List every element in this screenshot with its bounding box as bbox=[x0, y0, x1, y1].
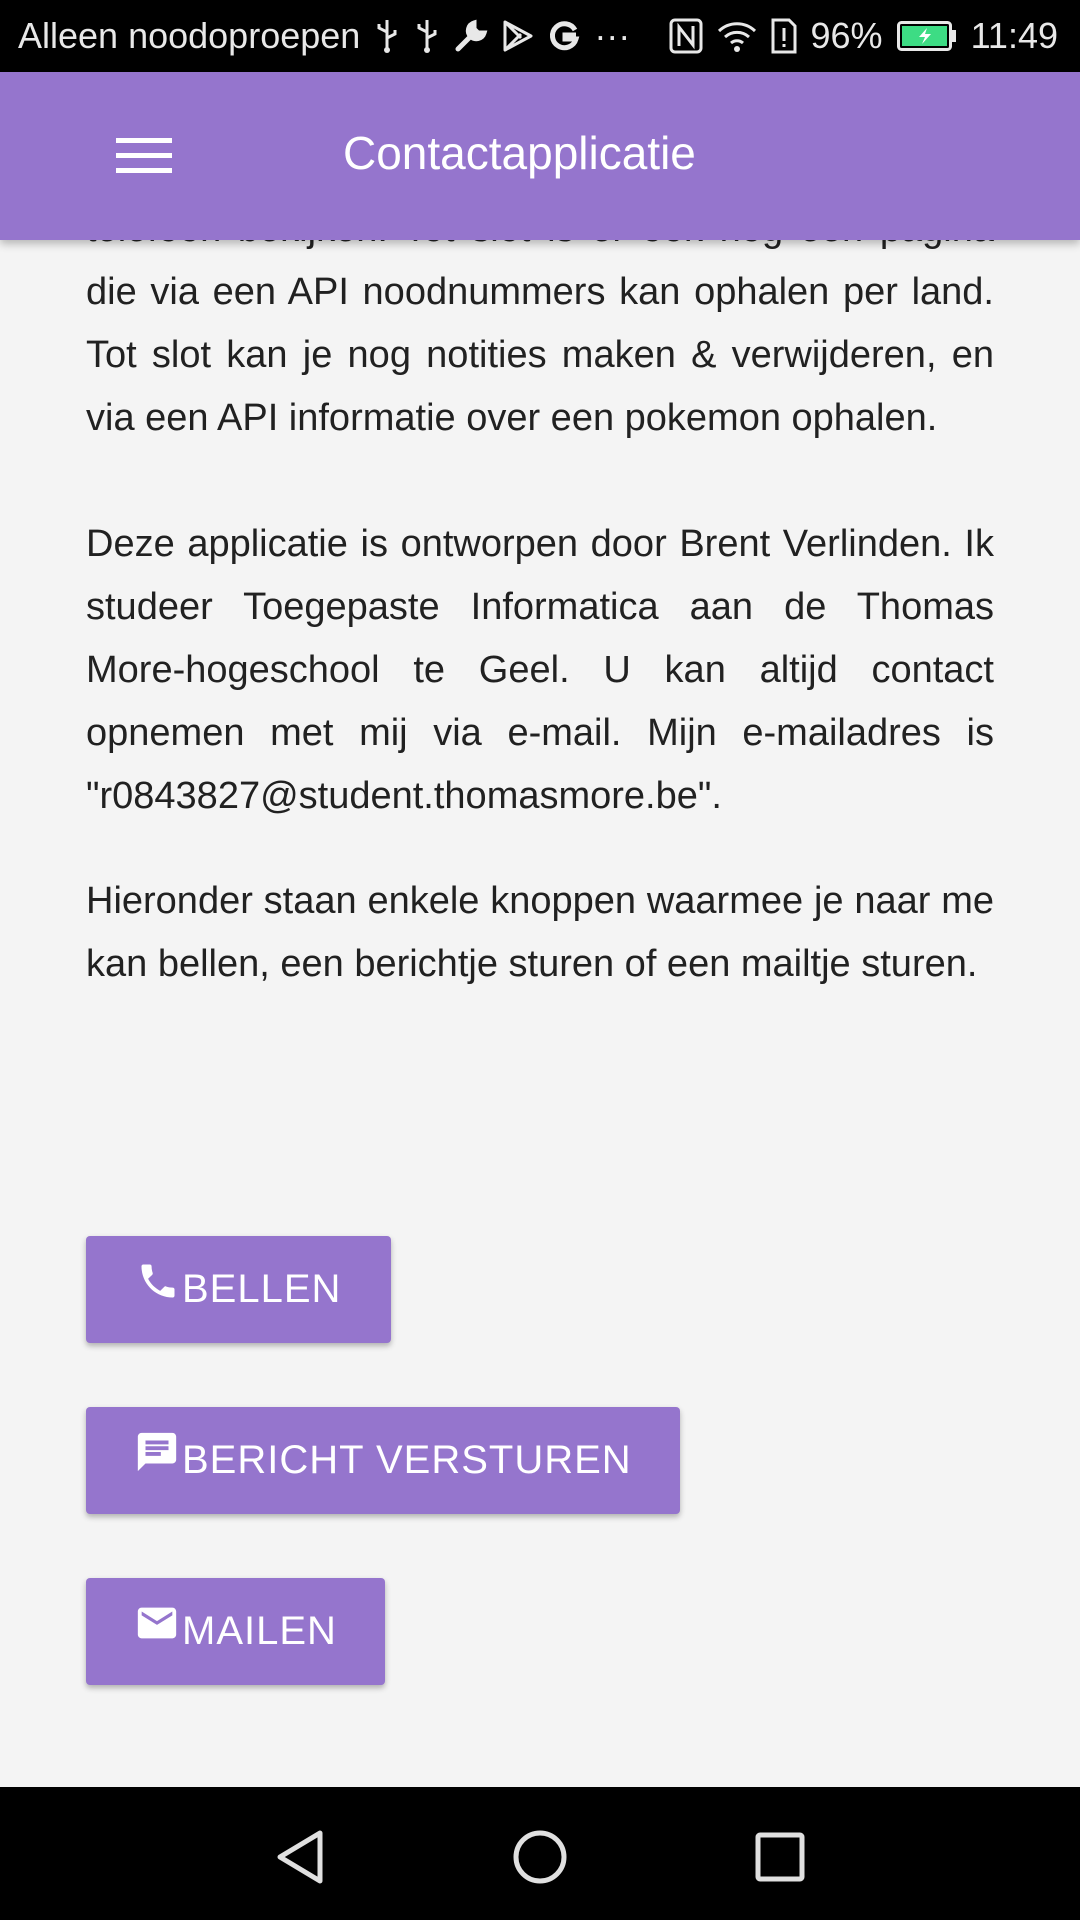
home-icon bbox=[513, 1830, 567, 1884]
wifi-icon bbox=[717, 16, 757, 56]
send-message-button[interactable]: BERICHT VERSTUREN bbox=[86, 1407, 680, 1514]
back-button[interactable] bbox=[250, 1807, 350, 1907]
status-bar-right: 96% 11:49 bbox=[669, 15, 1058, 57]
clock: 11:49 bbox=[970, 15, 1058, 56]
nfc-icon bbox=[669, 16, 703, 56]
about-paragraph: Deze applicatie is ontworpen door Brent … bbox=[86, 523, 994, 817]
call-button-label: BELLEN bbox=[182, 1267, 342, 1311]
hamburger-menu-icon bbox=[116, 138, 172, 173]
usb-icon bbox=[414, 16, 440, 56]
status-bar-left: Alleen noodoproepen ··· bbox=[18, 15, 630, 57]
content-body: telefoon bekijken. Tot slot is er ook no… bbox=[86, 240, 994, 996]
usb-icon bbox=[374, 16, 400, 56]
mail-icon bbox=[137, 1607, 177, 1638]
app-bar: Contactapplicatie bbox=[0, 72, 1080, 240]
carrier-text: Alleen noodoproepen bbox=[18, 15, 361, 56]
menu-button[interactable] bbox=[96, 118, 192, 194]
buttons-intro-paragraph: Hieronder staan enkele knoppen waarmee j… bbox=[86, 880, 994, 985]
mail-button-label: MAILEN bbox=[182, 1609, 337, 1653]
call-button[interactable]: BELLEN bbox=[86, 1236, 392, 1343]
intro-paragraph: telefoon bekijken. Tot slot is er ook no… bbox=[86, 240, 994, 450]
mail-button-wrap: MAILEN bbox=[86, 1578, 385, 1685]
back-icon bbox=[277, 1830, 323, 1884]
battery-percent: 96% bbox=[810, 15, 883, 56]
status-bar: Alleen noodoproepen ··· 96% 11:49 bbox=[0, 0, 1080, 72]
sim-alert-icon bbox=[771, 16, 797, 56]
mail-button[interactable]: MAILEN bbox=[86, 1578, 385, 1685]
message-button-wrap: BERICHT VERSTUREN bbox=[86, 1407, 680, 1514]
intro-text: pagina die via een API noodnummers kan o… bbox=[86, 240, 994, 439]
home-button[interactable] bbox=[490, 1807, 590, 1907]
phone-icon bbox=[141, 1264, 175, 1297]
send-message-button-label: BERICHT VERSTUREN bbox=[182, 1438, 632, 1482]
more-notifications-icon: ··· bbox=[594, 15, 631, 56]
scroll-content[interactable]: telefoon bekijken. Tot slot is er ook no… bbox=[0, 240, 1080, 1787]
play-store-icon bbox=[502, 16, 534, 56]
intro-partial-line: telefoon bekijken. Tot slot is er ook no… bbox=[86, 240, 863, 250]
recents-icon bbox=[755, 1832, 805, 1882]
navigation-bar bbox=[0, 1787, 1080, 1920]
call-button-wrap: BELLEN bbox=[86, 1236, 392, 1343]
message-icon bbox=[137, 1432, 177, 1471]
google-icon bbox=[548, 16, 580, 56]
wrench-icon bbox=[454, 16, 488, 56]
page-title: Contactapplicatie bbox=[343, 127, 696, 179]
recents-button[interactable] bbox=[730, 1807, 830, 1907]
battery-charging-icon bbox=[896, 16, 957, 56]
